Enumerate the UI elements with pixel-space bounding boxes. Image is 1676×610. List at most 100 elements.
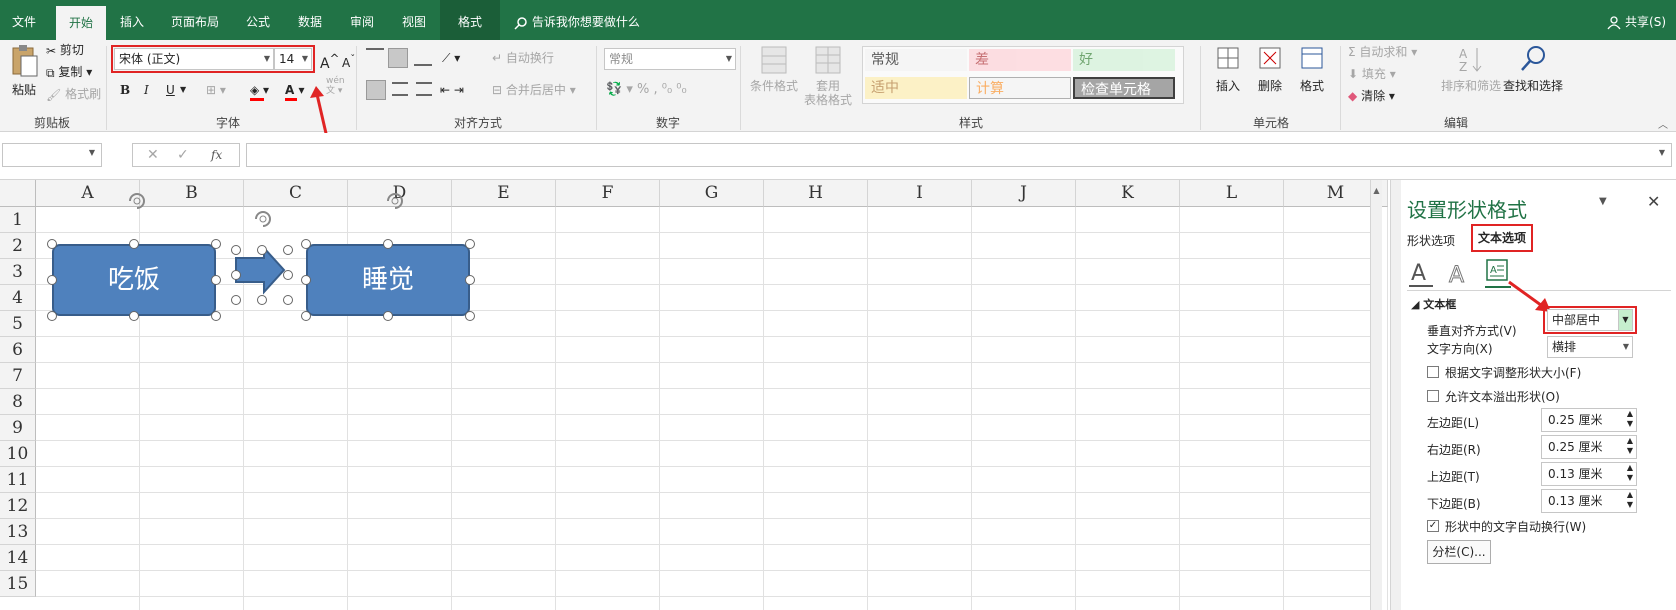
tab-format[interactable]: 格式 (440, 0, 500, 40)
overflow-checkbox[interactable] (1427, 390, 1439, 402)
indent-buttons[interactable]: ⇤ ⇥ (440, 80, 464, 100)
tab-page-layout[interactable]: 页面布局 (164, 0, 226, 40)
left-margin-spinner[interactable]: 0.25 厘米 ▲ ▼ (1541, 408, 1637, 432)
tab-text-options[interactable]: 文本选项 (1471, 224, 1533, 252)
align-middle-icon[interactable] (388, 48, 408, 68)
resize-handle[interactable] (257, 295, 267, 305)
style-calculation[interactable]: 计算 (969, 77, 1071, 99)
number-format-buttons[interactable]: 💱 ▾ % , ⁰₀ ⁰₀ (606, 80, 687, 100)
shape-sleep[interactable]: 睡觉 (306, 244, 470, 316)
tell-me-box[interactable]: 告诉我你想要做什么 (514, 0, 640, 40)
fill-color-button[interactable]: ◈ ▾ (250, 80, 269, 101)
row-header[interactable]: 8 (0, 389, 36, 415)
align-center-icon[interactable] (392, 82, 408, 96)
autosum-button[interactable]: Σ 自动求和 ▾ (1348, 42, 1417, 62)
shape-eat[interactable]: 吃饭 (52, 244, 216, 316)
enter-icon[interactable]: ✓ (177, 144, 189, 166)
row-header[interactable]: 3 (0, 259, 36, 285)
row-header[interactable]: 9 (0, 415, 36, 441)
spinner-arrows-icon[interactable]: ▲ ▼ (1627, 436, 1633, 456)
row-header[interactable]: 13 (0, 519, 36, 545)
column-header[interactable]: F (556, 180, 660, 207)
column-header[interactable]: K (1076, 180, 1180, 207)
column-header[interactable]: J (972, 180, 1076, 207)
number-format-combo[interactable]: 常规 ▼ (604, 48, 736, 70)
row-header[interactable]: 11 (0, 467, 36, 493)
resize-handle[interactable] (465, 239, 475, 249)
shrink-font-button[interactable]: Aˇ (342, 50, 355, 70)
resize-handle[interactable] (383, 311, 393, 321)
tab-formulas[interactable]: 公式 (236, 0, 280, 40)
valign-select[interactable]: 中部居中 ▼ (1547, 309, 1633, 331)
resize-handle[interactable] (231, 295, 241, 305)
row-header[interactable]: 1 (0, 207, 36, 233)
resize-handle[interactable] (465, 311, 475, 321)
bold-button[interactable]: B (120, 80, 130, 100)
align-bottom-icon[interactable] (414, 48, 432, 66)
font-size-combo[interactable]: 14 ▼ (274, 48, 312, 70)
resize-handle[interactable] (231, 245, 241, 255)
style-good[interactable]: 好 (1073, 49, 1175, 71)
wrap-text-checkbox[interactable]: ✓ (1427, 520, 1439, 532)
resize-handle[interactable] (301, 275, 311, 285)
resize-handle[interactable] (257, 245, 267, 255)
delete-cells-button[interactable]: 删除 (1250, 44, 1290, 94)
align-top-icon[interactable] (366, 48, 384, 66)
tab-review[interactable]: 审阅 (340, 0, 384, 40)
resize-handle[interactable] (301, 239, 311, 249)
align-right-icon[interactable] (416, 82, 432, 96)
underline-button[interactable]: U (166, 80, 175, 100)
find-select-button[interactable]: 查找和选择 (1502, 44, 1564, 94)
column-header[interactable]: H (764, 180, 868, 207)
merge-center-button[interactable]: ⊟ 合并后居中 ▾ (492, 80, 576, 100)
tab-view[interactable]: 视图 (392, 0, 436, 40)
right-margin-spinner[interactable]: 0.25 厘米 ▲ ▼ (1541, 435, 1637, 459)
format-cells-button[interactable]: 格式 (1292, 44, 1332, 94)
rotate-handle-icon[interactable] (384, 190, 406, 212)
format-as-table-button[interactable]: 套用 表格格式 (800, 44, 856, 107)
resize-handle[interactable] (47, 275, 57, 285)
resize-handle[interactable] (465, 275, 475, 285)
scroll-up-icon[interactable]: ▲ (1371, 186, 1382, 195)
row-header[interactable]: 15 (0, 571, 36, 597)
insert-cells-button[interactable]: 插入 (1208, 44, 1248, 94)
spinner-arrows-icon[interactable]: ▲ ▼ (1627, 463, 1633, 483)
sort-filter-button[interactable]: AZ 排序和筛选 (1440, 44, 1502, 94)
tab-shape-options[interactable]: 形状选项 (1407, 232, 1455, 249)
tab-home[interactable]: 开始 (56, 6, 106, 40)
top-margin-spinner[interactable]: 0.13 厘米 ▲ ▼ (1541, 462, 1637, 486)
resize-handle[interactable] (211, 275, 221, 285)
vertical-scrollbar[interactable]: ▲ (1370, 180, 1382, 610)
insert-function-icon[interactable]: fx (211, 144, 222, 166)
autofit-checkbox[interactable] (1427, 366, 1439, 378)
rotate-handle-icon[interactable] (252, 208, 274, 230)
row-header[interactable]: 2 (0, 233, 36, 259)
tab-file[interactable]: 文件 (0, 0, 48, 40)
cancel-icon[interactable]: ✕ (147, 144, 159, 166)
row-header[interactable]: 10 (0, 441, 36, 467)
style-neutral[interactable]: 适中 (865, 77, 967, 99)
underline-dropdown[interactable]: ▼ (180, 80, 186, 100)
pane-splitter[interactable] (1391, 180, 1401, 610)
spinner-arrows-icon[interactable]: ▲ ▼ (1627, 490, 1633, 510)
direction-select[interactable]: 横排 ▼ (1547, 336, 1633, 358)
font-name-combo[interactable]: 宋体 (正文) ▼ (114, 48, 274, 70)
borders-button[interactable]: ⊞ ▾ (206, 80, 226, 100)
resize-handle[interactable] (129, 311, 139, 321)
resize-handle[interactable] (231, 270, 241, 280)
style-bad[interactable]: 差 (969, 49, 1071, 71)
row-header[interactable]: 14 (0, 545, 36, 571)
row-header[interactable]: 6 (0, 337, 36, 363)
tab-data[interactable]: 数据 (288, 0, 332, 40)
grow-font-button[interactable]: A^ (320, 48, 339, 72)
style-check-cell[interactable]: 检查单元格 (1073, 77, 1175, 99)
column-header[interactable]: L (1180, 180, 1284, 207)
resize-handle[interactable] (383, 239, 393, 249)
text-fill-outline-icon[interactable]: A (1409, 260, 1433, 288)
column-header[interactable]: G (660, 180, 764, 207)
columns-button[interactable]: 分栏(C)... (1427, 540, 1491, 564)
resize-handle[interactable] (129, 239, 139, 249)
cut-button[interactable]: ✂ 剪切 (46, 40, 84, 60)
fill-button[interactable]: ⬇ 填充 ▾ (1348, 64, 1396, 84)
style-normal[interactable]: 常规 (865, 49, 967, 71)
